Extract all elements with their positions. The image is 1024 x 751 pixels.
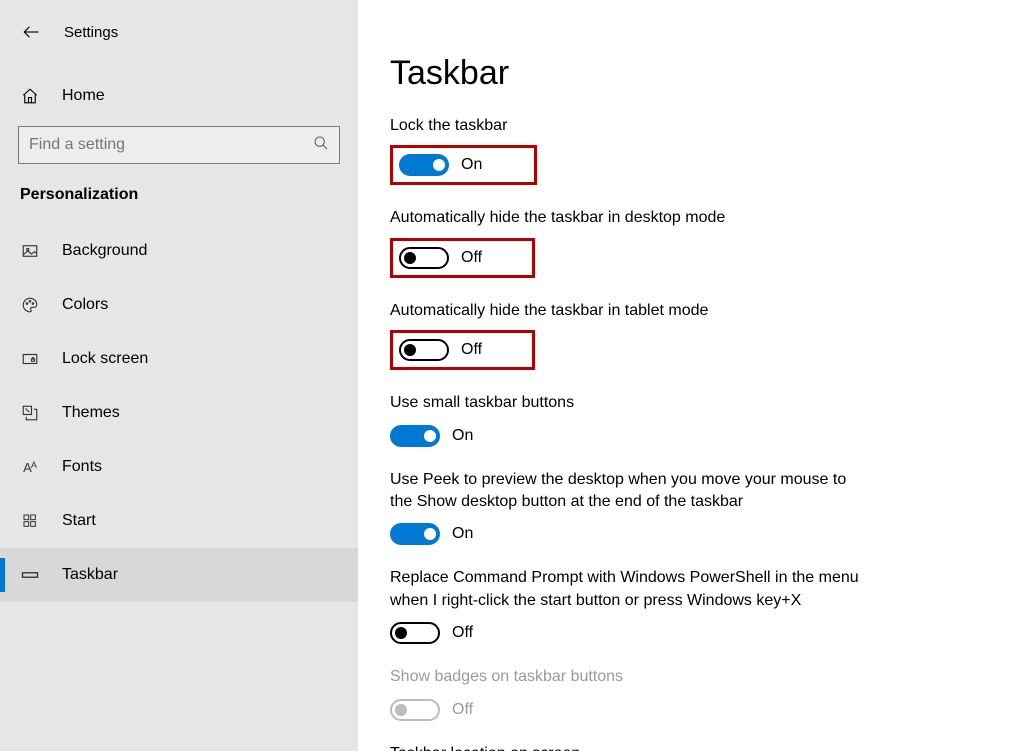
sidebar-item-label: Lock screen [62,350,148,368]
taskbar-icon [20,566,40,584]
toggle-state: Off [461,249,482,267]
sidebar-item-label: Themes [62,404,120,422]
sidebar: Settings Home Personalization Background… [0,0,358,751]
setting-label-hide-desktop: Automatically hide the taskbar in deskto… [390,207,992,229]
setting-label-location: Taskbar location on screen [390,743,992,751]
page-title: Taskbar [390,54,992,93]
sidebar-item-colors[interactable]: Colors [0,278,358,332]
lockscreen-icon [20,350,40,368]
setting-label-hide-tablet: Automatically hide the taskbar in tablet… [390,300,992,322]
category-header: Personalization [0,186,358,204]
toggle-state: On [452,427,473,445]
highlight-box: Off [390,330,535,370]
sidebar-home-label: Home [62,87,105,105]
back-icon[interactable] [22,23,40,41]
search-input[interactable] [29,136,313,154]
sidebar-item-start[interactable]: Start [0,494,358,548]
picture-icon [20,242,40,260]
toggle-hide-tablet[interactable] [399,339,449,361]
setting-label-peek: Use Peek to preview the desktop when you… [390,469,870,514]
sidebar-item-label: Taskbar [62,566,118,584]
sidebar-item-label: Fonts [62,458,102,476]
toggle-state: On [461,156,482,174]
palette-icon [20,296,40,314]
search-icon [313,135,329,156]
toggle-small-buttons[interactable] [390,425,440,447]
toggle-hide-desktop[interactable] [399,247,449,269]
sidebar-item-label: Background [62,242,147,260]
sidebar-item-lock-screen[interactable]: Lock screen [0,332,358,386]
sidebar-item-background[interactable]: Background [0,224,358,278]
toggle-powershell[interactable] [390,622,440,644]
sidebar-item-fonts[interactable]: AA Fonts [0,440,358,494]
setting-label-powershell: Replace Command Prompt with Windows Powe… [390,567,870,612]
sidebar-item-themes[interactable]: Themes [0,386,358,440]
sidebar-item-taskbar[interactable]: Taskbar [0,548,358,602]
toggle-peek[interactable] [390,523,440,545]
sidebar-item-label: Colors [62,296,108,314]
toggle-badges [390,699,440,721]
setting-label-lock: Lock the taskbar [390,115,992,137]
sidebar-item-label: Start [62,512,96,530]
highlight-box: Off [390,238,535,278]
home-icon [20,87,40,105]
setting-label-small-buttons: Use small taskbar buttons [390,392,992,414]
toggle-state: Off [452,624,473,642]
toggle-state: On [452,525,473,543]
fonts-icon: AA [20,460,40,475]
sidebar-home[interactable]: Home [0,74,358,118]
highlight-box: On [390,145,537,185]
toggle-lock-taskbar[interactable] [399,154,449,176]
toggle-state: Off [461,341,482,359]
setting-label-badges: Show badges on taskbar buttons [390,666,992,688]
app-title: Settings [64,24,118,41]
start-icon [20,513,40,529]
toggle-state: Off [452,701,473,719]
main-content: Taskbar Lock the taskbar On Automaticall… [358,0,1024,751]
search-box[interactable] [18,126,340,164]
themes-icon [20,404,40,422]
